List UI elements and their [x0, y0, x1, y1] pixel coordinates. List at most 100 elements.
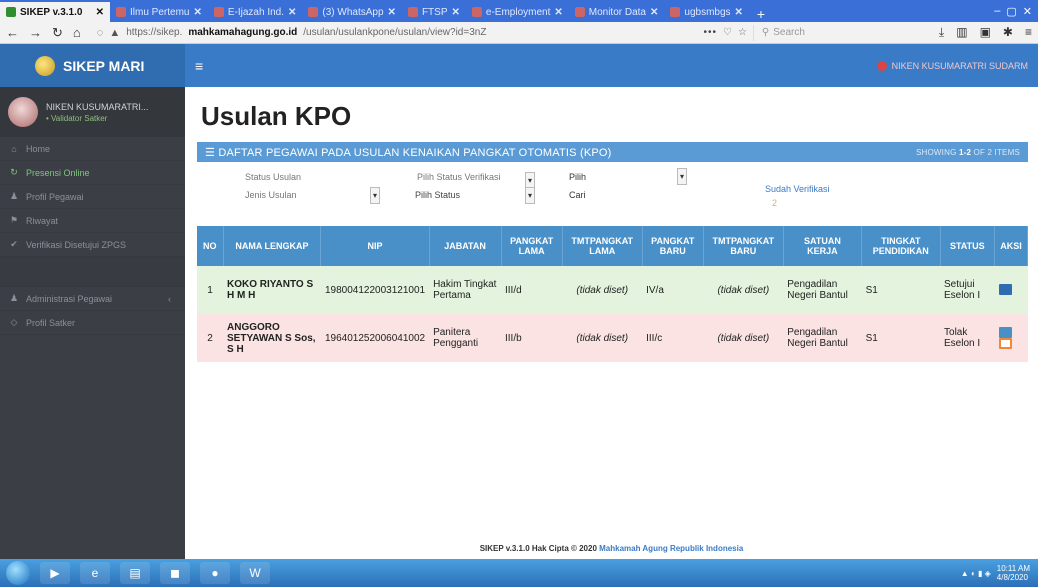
showing-suffix: OF 2 ITEMS — [973, 147, 1020, 157]
search-input[interactable]: ⚲ Search — [752, 24, 923, 41]
home-icon[interactable]: ⌂ — [73, 25, 81, 40]
browser-tab[interactable]: Ilmu Pertemu ✕ — [110, 2, 208, 22]
os-taskbar: ▶ e ▤ ◼ ● W ▲ ◐ ▮ ◈ 10:11 AM 4/8/2020 — [0, 559, 1038, 587]
search-icon: ⚲ — [761, 27, 770, 38]
employee-name: ANGGORO SETYAWAN S Sos, S H — [223, 314, 321, 362]
filter-pilih-status[interactable]: Pilih Status — [415, 190, 460, 200]
page-actions-icon[interactable]: ••• — [703, 27, 717, 38]
close-window-icon[interactable]: ✕ — [1023, 5, 1032, 18]
filter-jenis-usulan[interactable]: Jenis Usulan — [245, 190, 297, 200]
url-prefix: https://sikep. — [126, 27, 183, 38]
table-row[interactable]: 2 ANGGORO SETYAWAN S Sos, S H 196401252006… — [197, 314, 1028, 362]
employee-nip: 196401252006041002 — [320, 314, 430, 362]
bookmark-star-icon[interactable]: ☆ — [738, 27, 747, 38]
new-tab-button[interactable]: + — [749, 6, 773, 22]
kpo-table: NO NAMA LENGKAP NIP JABATAN PANGKAT LAMA TMTP… — [197, 226, 1028, 362]
select-pilih[interactable]: Pilih — [569, 172, 586, 182]
browser-tab[interactable]: e-Employment ✕ — [466, 2, 569, 22]
browser-tab[interactable]: Monitor Data ✕ — [569, 2, 665, 22]
dropdown-arrow-icon[interactable]: ▾ — [370, 187, 380, 204]
pocket-icon[interactable]: ♡ — [723, 27, 732, 38]
column-header: STATUS — [940, 226, 996, 266]
close-tab-icon[interactable]: ✕ — [288, 7, 296, 18]
browser-tab[interactable]: FTSP ✕ — [402, 2, 466, 22]
user-menu[interactable]: NIKEN KUSUMARATRI SUDARM — [876, 60, 1028, 71]
sidebar-item-label: Riwayat — [26, 215, 59, 226]
table-body: 1 KOKO RIYANTO S H M H 198004122003121001 H… — [197, 266, 1028, 362]
new-rank: IV/a — [642, 266, 704, 314]
column-header: NAMA LENGKAP — [223, 226, 322, 266]
footer-link[interactable]: Mahkamah Agung Republik Indonesia — [599, 544, 743, 553]
library-icon[interactable]: ▥ — [956, 25, 967, 40]
calendar-icon[interactable] — [998, 284, 1012, 296]
browser-tab[interactable]: SIKEP v.3.1.0 ✕ — [0, 2, 110, 22]
clock-date: 4/8/2020 — [996, 573, 1028, 582]
sidebar-item[interactable]: ↻ Presensi Online — [0, 161, 185, 185]
brand[interactable]: SIKEP MARI — [0, 44, 185, 87]
column-header: SATUAN KERJA — [783, 226, 863, 266]
user-status: • Validator Satker — [46, 113, 108, 123]
browser-tab[interactable]: ugbsmbgs ✕ — [664, 2, 749, 22]
sidebar-item[interactable]: ♟ Administrasi Pegawai ‹ — [0, 287, 185, 311]
word-icon[interactable]: W — [240, 562, 270, 584]
close-tab-icon[interactable]: ✕ — [735, 7, 743, 18]
reload-icon[interactable]: ↻ — [52, 25, 63, 41]
browser-tab[interactable]: (3) WhatsApp ✕ — [302, 2, 402, 22]
edit-icon[interactable] — [998, 338, 1012, 349]
kpo-panel: ☰ DAFTAR PEGAWAI PADA USULAN KENAIKAN PA… — [197, 142, 1028, 362]
sidebar-icon[interactable]: ▣ — [980, 25, 991, 40]
tab-label: ugbsmbgs — [684, 6, 731, 18]
close-tab-icon[interactable]: ✕ — [96, 7, 104, 18]
menu-icon[interactable]: ≡ — [1025, 25, 1032, 40]
search-cari[interactable]: Cari — [569, 190, 586, 200]
hamburger-menu-icon[interactable]: ≡ — [195, 58, 203, 74]
dropdown-arrow-icon[interactable]: ▾ — [525, 187, 535, 204]
home-icon: ⌂ — [11, 143, 17, 154]
table-row[interactable]: 1 KOKO RIYANTO S H M H 198004122003121001 H… — [197, 266, 1028, 314]
sidebar-item[interactable]: ⚑ Riwayat — [0, 209, 185, 233]
old-rank-date: (tidak diset) — [562, 314, 643, 362]
media-player-icon[interactable]: ▶ — [40, 562, 70, 584]
download-icon[interactable]: ⤓ — [939, 25, 944, 40]
address-bar[interactable]: ◌ ▲ https://sikep. mahkamahagung.go.id/us… — [91, 24, 929, 42]
main-content: Usulan KPO ☰ DAFTAR PEGAWAI PADA USULAN … — [185, 87, 1038, 559]
close-tab-icon[interactable]: ✕ — [452, 7, 460, 18]
approval-status: Setujui Eselon I — [940, 266, 995, 314]
sidebar: SIKEP MARI NIKEN KUSUMARATRI... • Valida… — [0, 44, 185, 559]
extension-icon[interactable]: ✱ — [1003, 25, 1013, 40]
dropdown-arrow-icon[interactable]: ▾ — [677, 168, 687, 185]
sidebar-item[interactable]: ✔ Verifikasi Disetujui ZPGS — [0, 233, 185, 257]
verified-link[interactable]: Sudah Verifikasi — [765, 184, 830, 194]
column-header: NO — [197, 226, 224, 266]
close-tab-icon[interactable]: ✕ — [554, 7, 562, 18]
ie-browser-icon[interactable]: e — [80, 562, 110, 584]
id-card-icon[interactable] — [998, 326, 1012, 338]
close-tab-icon[interactable]: ✕ — [193, 7, 201, 18]
column-header: TINGKAT PENDIDIKAN — [861, 226, 941, 266]
panel-header: ☰ DAFTAR PEGAWAI PADA USULAN KENAIKAN PA… — [197, 142, 1028, 162]
filter-status-usulan[interactable]: Status Usulan — [245, 172, 301, 182]
sidebar-item-label: Profil Satker — [26, 317, 76, 328]
firefox-icon[interactable]: ● — [200, 562, 230, 584]
sidebar-item[interactable]: ◇ Profil Satker — [0, 311, 185, 335]
close-tab-icon[interactable]: ✕ — [650, 7, 658, 18]
showing-summary: SHOWING 1-2 OF 2 ITEMS — [916, 148, 1020, 157]
forward-icon[interactable]: → — [29, 25, 42, 40]
maximize-icon[interactable]: ▢ — [1006, 5, 1016, 18]
media-icon[interactable]: ◼ — [160, 562, 190, 584]
sidebar-item[interactable]: ♟ Profil Pegawai — [0, 185, 185, 209]
close-tab-icon[interactable]: ✕ — [388, 7, 396, 18]
browser-tab[interactable]: E-Ijazah Ind. ✕ — [208, 2, 303, 22]
user-name: NIKEN KUSUMARATRI... — [46, 101, 149, 112]
filter-status-verifikasi[interactable]: Pilih Status Verifikasi — [417, 172, 501, 182]
row-number: 2 — [197, 314, 223, 362]
favicon-icon — [6, 7, 16, 17]
tray-icons[interactable]: ▲ ◐ ▮ ◈ — [961, 569, 991, 578]
tab-label: Ilmu Pertemu — [130, 6, 190, 18]
minimize-icon[interactable]: – — [994, 5, 1000, 18]
file-explorer-icon[interactable]: ▤ — [120, 562, 150, 584]
sidebar-item[interactable]: ⌂ Home — [0, 137, 185, 161]
back-icon[interactable]: ← — [6, 25, 19, 40]
start-button[interactable] — [6, 561, 30, 585]
user-panel: NIKEN KUSUMARATRI... • Validator Satker — [0, 87, 185, 137]
